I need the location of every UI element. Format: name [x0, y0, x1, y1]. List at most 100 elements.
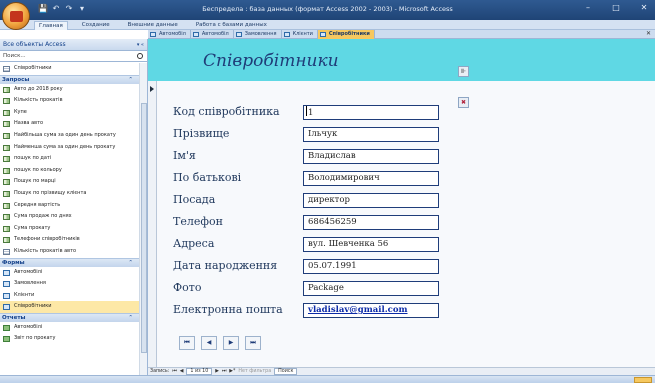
field-label: Фото	[173, 281, 202, 294]
record-label: Запись:	[150, 369, 170, 374]
field-label: Код співробітника	[173, 105, 280, 118]
tab-cars-1[interactable]: Автомобіл	[148, 30, 191, 39]
nav-group-header[interactable]: Отчеты ⌃	[0, 312, 139, 322]
nav-item-label: Сума прокату	[14, 224, 51, 231]
close-document-button[interactable]: ✕	[646, 30, 651, 37]
scrollbar-thumb[interactable]	[141, 103, 147, 353]
nav-item[interactable]: Найменша сума за один день прокату	[0, 142, 139, 154]
tab-orders[interactable]: Замовлення	[234, 30, 282, 39]
field-input[interactable]: 05.07.1991	[303, 259, 439, 274]
nav-item-label: Клієнти	[14, 291, 35, 298]
last-record-button[interactable]: ⏭	[245, 336, 261, 350]
tab-cars-2[interactable]: Автомобіл	[191, 30, 234, 39]
nav-group-header[interactable]: Формы ⌃	[0, 257, 139, 267]
field-input[interactable]: Владислав	[303, 149, 439, 164]
recbar-prev-button[interactable]: ◀	[180, 368, 184, 375]
close-form-button[interactable]: ⊪	[458, 66, 469, 77]
nav-item[interactable]: Пошук по прізвищу клієнта	[0, 188, 139, 200]
form-icon	[3, 292, 10, 299]
query-icon	[3, 144, 10, 151]
ribbon-tabs: Главная Создание Внешние данные Работа с…	[34, 21, 271, 30]
maximize-button[interactable]: □	[609, 3, 623, 12]
nav-item[interactable]: Купе	[0, 107, 139, 119]
nav-item[interactable]: Кількість прокатів	[0, 95, 139, 107]
nav-item[interactable]: Сума продаж по днях	[0, 211, 139, 223]
form-view-button[interactable]	[634, 377, 652, 383]
query-icon	[3, 167, 10, 174]
recbar-last-button[interactable]: ⏭	[222, 368, 226, 375]
nav-item[interactable]: Пошук по марці	[0, 176, 139, 188]
field-input[interactable]: директор	[303, 193, 439, 208]
nav-item[interactable]: Співробітники	[0, 301, 139, 313]
nav-item[interactable]: Звіт по прокату	[0, 333, 139, 345]
field-input[interactable]: Package	[303, 281, 439, 296]
nav-pane-controls[interactable]: ▾ «	[137, 39, 144, 51]
tab-label: Клієнти	[292, 31, 313, 37]
nav-group-header[interactable]: Запросы ⌃	[0, 74, 139, 84]
nav-search-placeholder: Поиск...	[3, 53, 26, 59]
nav-item-label: Автомобілі	[14, 323, 43, 330]
field-input[interactable]: Ільчук	[303, 127, 439, 142]
previous-record-button[interactable]: ◀	[201, 336, 217, 350]
query-icon	[3, 109, 10, 116]
tab-label: Співробітники	[328, 31, 370, 37]
field-input[interactable]: vladislav@gmail.com	[303, 303, 439, 318]
query-icon	[3, 214, 10, 221]
record-search-input[interactable]: Поиск	[274, 368, 298, 375]
office-button[interactable]	[2, 2, 30, 30]
nav-item[interactable]: Автомобілі	[0, 267, 139, 279]
ribbon-tab-create[interactable]: Создание	[78, 21, 114, 30]
tab-clients[interactable]: Клієнти	[282, 30, 318, 39]
nav-item[interactable]: Замовлення	[0, 278, 139, 290]
next-record-button[interactable]: ▶	[223, 336, 239, 350]
recbar-next-button[interactable]: ▶	[215, 368, 219, 375]
nav-pane-header[interactable]: Все объекты Access ▾ «	[0, 39, 147, 51]
nav-item-label: Звіт по прокату	[14, 335, 56, 342]
field-label: Адреса	[173, 237, 215, 250]
recbar-first-button[interactable]: ⏮	[172, 368, 176, 375]
field-input[interactable]: Володимирович	[303, 171, 439, 186]
ribbon-tab-database-tools[interactable]: Работа с базами данных	[192, 21, 271, 30]
field-input[interactable]: 686456259	[303, 215, 439, 230]
window-title: Беспредела : база данных (формат Access …	[202, 5, 453, 13]
nav-item-label: Співробітники	[14, 303, 52, 310]
query-icon	[3, 86, 10, 93]
ribbon-tab-external-data[interactable]: Внешние данные	[124, 21, 182, 30]
nav-item-label: Пошук по прізвищу клієнта	[14, 189, 87, 196]
record-position-input[interactable]: 1 из 10	[186, 368, 213, 375]
record-selector[interactable]	[148, 81, 157, 367]
nav-item[interactable]: Телефони співробітників	[0, 234, 139, 246]
nav-item[interactable]: Автомобілі	[0, 322, 139, 334]
query-icon	[3, 132, 10, 139]
field-label: Прізвище	[173, 127, 230, 140]
field-input[interactable]: вул. Шевченка 56	[303, 237, 439, 252]
nav-item-label: Авто до 2018 року	[14, 85, 63, 92]
query-icon	[3, 237, 10, 244]
first-record-button[interactable]: ⏮	[179, 336, 195, 350]
nav-item[interactable]: пошук по даті	[0, 153, 139, 165]
close-window-button[interactable]: ✕	[637, 3, 651, 12]
ribbon-tab-home[interactable]: Главная	[34, 21, 68, 30]
recbar-new-button[interactable]: ▶*	[229, 368, 235, 375]
nav-scrollbar[interactable]	[139, 63, 147, 375]
filter-indicator[interactable]: Нет фильтра	[238, 368, 271, 375]
nav-item[interactable]: Найбільша сума за один день прокату	[0, 130, 139, 142]
nav-item[interactable]: Авто до 2018 року	[0, 84, 139, 96]
nav-item[interactable]: Середня вартість	[0, 200, 139, 212]
nav-item-label: Автомобілі	[14, 268, 43, 275]
nav-item[interactable]: Клієнти	[0, 290, 139, 302]
delete-record-button[interactable]: ✖	[458, 97, 469, 108]
search-icon[interactable]	[137, 53, 143, 59]
nav-item[interactable]: пошук по кольору	[0, 165, 139, 177]
field-label: Посада	[173, 193, 216, 206]
nav-item[interactable]: Назва авто	[0, 118, 139, 130]
nav-item[interactable]: Кількість прокатів авто	[0, 246, 139, 258]
tab-employees[interactable]: Співробітники	[317, 30, 375, 39]
nav-search-input[interactable]: Поиск...	[0, 51, 147, 62]
minimize-button[interactable]: –	[581, 3, 595, 12]
nav-item-label: Сума продаж по днях	[14, 213, 72, 220]
nav-item[interactable]: Сума прокату	[0, 223, 139, 235]
field-input[interactable]: 1	[303, 105, 439, 120]
nav-item[interactable]: Співробітники	[0, 63, 139, 75]
nav-pane-title: Все объекты Access	[3, 41, 66, 48]
